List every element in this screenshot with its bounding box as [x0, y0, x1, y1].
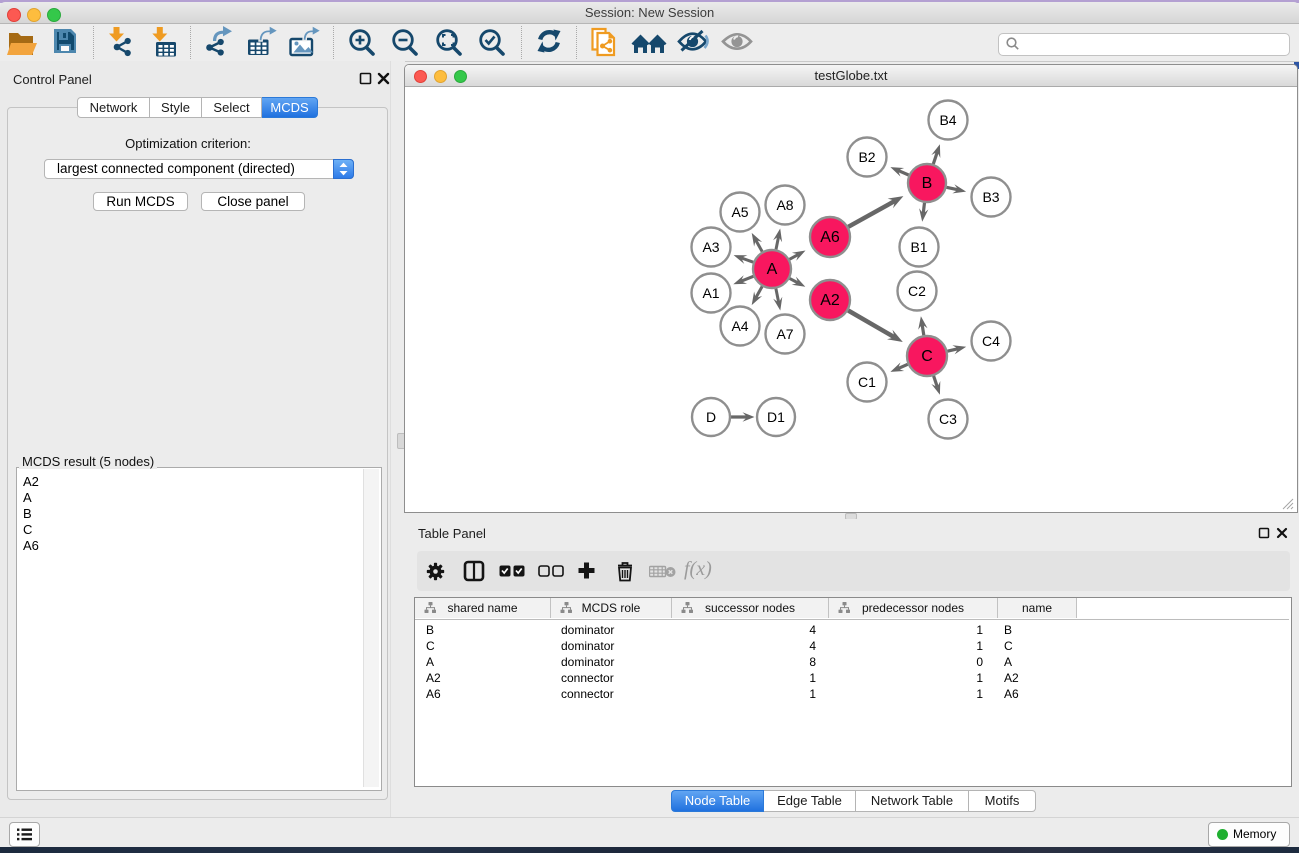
- svg-text:C3: C3: [939, 411, 957, 427]
- svg-text:A5: A5: [731, 204, 748, 220]
- svg-text:B3: B3: [982, 189, 999, 205]
- svg-text:B4: B4: [939, 112, 956, 128]
- svg-text:B2: B2: [858, 149, 875, 165]
- svg-text:A8: A8: [776, 197, 793, 213]
- svg-text:D: D: [706, 409, 716, 425]
- svg-text:A3: A3: [702, 239, 719, 255]
- svg-text:A2: A2: [820, 292, 840, 309]
- svg-text:A: A: [767, 261, 778, 278]
- svg-text:C4: C4: [982, 333, 1000, 349]
- svg-text:C2: C2: [908, 283, 926, 299]
- svg-text:B: B: [922, 175, 933, 192]
- svg-text:A6: A6: [820, 229, 840, 246]
- svg-text:D1: D1: [767, 409, 785, 425]
- svg-text:A4: A4: [731, 318, 748, 334]
- svg-text:B1: B1: [910, 239, 927, 255]
- svg-text:A1: A1: [702, 285, 719, 301]
- svg-text:C: C: [921, 348, 933, 365]
- svg-text:A7: A7: [776, 326, 793, 342]
- svg-text:C1: C1: [858, 374, 876, 390]
